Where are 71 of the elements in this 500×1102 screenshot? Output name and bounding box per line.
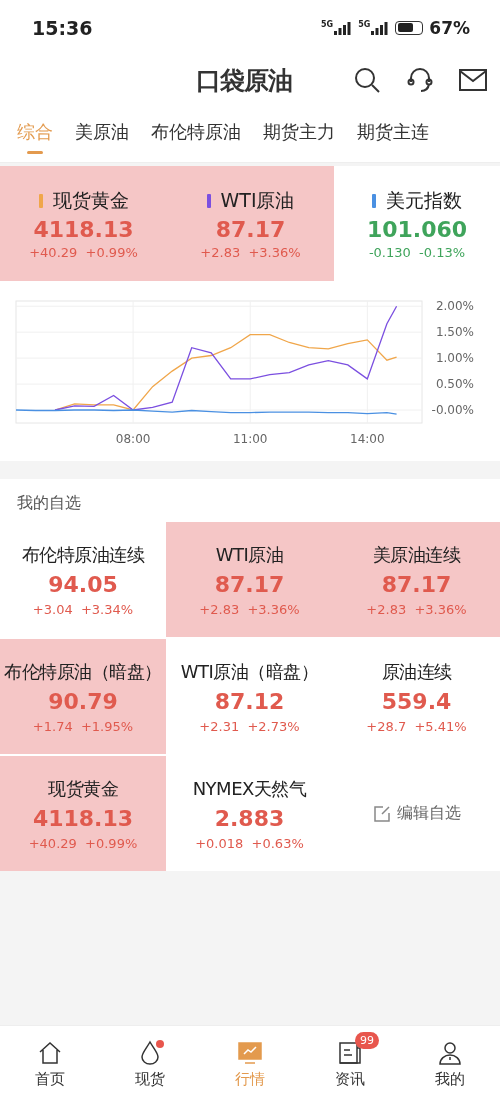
category-tab[interactable]: 期货主连 bbox=[346, 111, 440, 156]
y-axis-label: -0.00% bbox=[431, 403, 474, 417]
quote-name: WTI原油 bbox=[220, 187, 295, 213]
edit-icon bbox=[372, 804, 391, 823]
instrument-name: 布伦特原油连续 bbox=[21, 542, 145, 567]
search-button[interactable] bbox=[352, 65, 382, 95]
instrument-name: 现货黄金 bbox=[48, 776, 118, 801]
watchlist-card[interactable]: 美原油连续 87.17 +2.83 +3.36% bbox=[333, 522, 500, 637]
signal-icon bbox=[334, 20, 353, 35]
quote-card[interactable]: 现货黄金 4118.13 +40.29 +0.99% bbox=[0, 166, 167, 281]
instrument-change: +2.31 +2.73% bbox=[199, 718, 300, 734]
quote-change: +40.29 +0.99% bbox=[29, 244, 138, 260]
y-axis-label: 1.50% bbox=[435, 325, 474, 340]
instrument-price: 94.05 bbox=[48, 571, 118, 597]
battery-icon bbox=[395, 20, 424, 35]
quote-change: -0.130 -0.13% bbox=[368, 244, 466, 260]
instrument-name: 原油连续 bbox=[381, 659, 452, 684]
network-label: 5G bbox=[321, 20, 334, 29]
instrument-name: 布伦特原油（暗盘） bbox=[4, 659, 162, 684]
instrument-price: 559.4 bbox=[381, 688, 452, 714]
x-axis-label: 14:00 bbox=[350, 432, 385, 446]
nav-tab[interactable]: 现货 bbox=[100, 1026, 200, 1102]
home-icon bbox=[37, 1039, 63, 1066]
instrument-change: +28.7 +5.41% bbox=[366, 718, 467, 734]
nav-tab[interactable]: 首页 bbox=[0, 1026, 100, 1102]
category-tab[interactable]: 期货主力 bbox=[252, 111, 346, 156]
instrument-price: 4118.13 bbox=[32, 805, 134, 831]
signal-icon bbox=[371, 20, 390, 35]
network-label: 5G bbox=[358, 20, 371, 29]
quote-price: 87.17 bbox=[215, 216, 286, 242]
y-axis-label: 2.00% bbox=[435, 299, 474, 314]
notification-badge: 99 bbox=[355, 1032, 379, 1049]
quote-card[interactable]: WTI原油 87.17 +2.83 +3.36% bbox=[167, 166, 334, 281]
instrument-change: +40.29 +0.99% bbox=[28, 835, 138, 851]
quote-name: 现货黄金 bbox=[52, 187, 129, 213]
nav-tab[interactable]: 我的 bbox=[400, 1026, 500, 1102]
instrument-name: 美原油连续 bbox=[372, 542, 461, 567]
instrument-name: NYMEX天然气 bbox=[192, 776, 307, 801]
instrument-name: WTI原油 bbox=[215, 542, 284, 567]
x-axis-label: 11:00 bbox=[232, 432, 268, 446]
instrument-change: +1.74 +1.95% bbox=[32, 718, 134, 734]
instrument-price: 87.17 bbox=[214, 571, 285, 597]
instrument-change: +2.83 +3.36% bbox=[366, 601, 467, 617]
instrument-price: 87.17 bbox=[381, 571, 452, 597]
quote-name: 美元指数 bbox=[386, 187, 462, 213]
instrument-name: WTI原油（暗盘） bbox=[180, 659, 319, 684]
instrument-change: +0.018 +0.63% bbox=[195, 835, 304, 851]
watchlist-card[interactable]: 现货黄金 4118.13 +40.29 +0.99% bbox=[0, 756, 166, 871]
chart-monitor-icon bbox=[237, 1039, 263, 1066]
category-tab[interactable]: 布伦特原油 bbox=[140, 111, 252, 156]
y-axis-label: 0.50% bbox=[435, 377, 474, 392]
app-logo: 口袋原油 bbox=[196, 64, 292, 97]
quote-price: 4118.13 bbox=[33, 216, 134, 242]
y-axis-label: 1.00% bbox=[435, 351, 474, 366]
quote-price: 101.060 bbox=[366, 216, 468, 242]
watchlist-card[interactable]: WTI原油 87.17 +2.83 +3.36% bbox=[166, 522, 333, 637]
headset-button[interactable] bbox=[405, 65, 435, 95]
quote-change: +2.83 +3.36% bbox=[200, 244, 301, 260]
instrument-price: 2.883 bbox=[214, 805, 285, 831]
instrument-change: +2.83 +3.36% bbox=[199, 601, 300, 617]
user-icon bbox=[437, 1039, 463, 1066]
section-title: 我的自选 bbox=[16, 492, 82, 514]
nav-tab[interactable]: 资讯 99 bbox=[300, 1026, 400, 1102]
instrument-change: +3.04 +3.34% bbox=[32, 601, 134, 617]
battery-percent: 67% bbox=[429, 17, 470, 38]
instrument-price: 87.12 bbox=[214, 688, 285, 714]
status-time: 15:36 bbox=[32, 16, 93, 39]
x-axis-label: 08:00 bbox=[115, 432, 151, 446]
instrument-price: 90.79 bbox=[48, 688, 118, 714]
watchlist-card[interactable]: 布伦特原油（暗盘） 90.79 +1.74 +1.95% bbox=[0, 639, 166, 754]
category-tab[interactable]: 美原油 bbox=[64, 111, 140, 156]
